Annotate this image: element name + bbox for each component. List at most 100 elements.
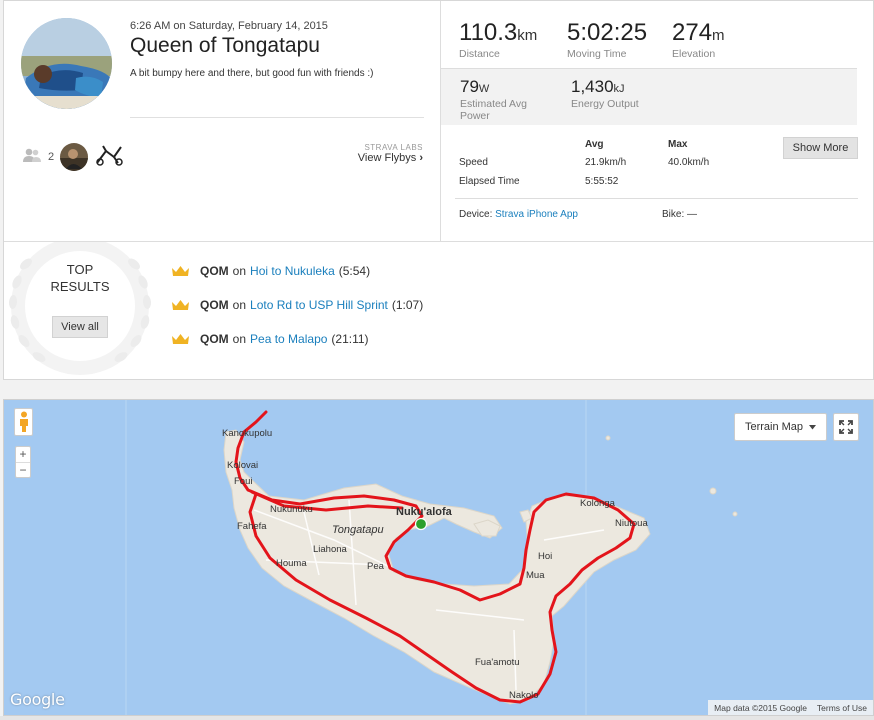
speed-label: Speed [459, 157, 488, 168]
achievement-on: on [232, 332, 247, 346]
bike-icon[interactable] [94, 143, 124, 172]
fullscreen-icon [839, 420, 853, 434]
map-data-text: Map data ©2015 Google [714, 702, 807, 713]
distance-unit: km [517, 27, 538, 44]
distance-label: Distance [459, 48, 500, 60]
terms-link[interactable]: Terms of Use [817, 703, 867, 713]
activity-title: Queen of Tongatapu [130, 34, 320, 57]
start-marker [414, 517, 428, 531]
moving-time-label: Moving Time [567, 48, 627, 60]
top-label-line1: TOP [66, 262, 94, 277]
power-unit: W [478, 83, 490, 95]
flybys-link[interactable]: STRAVA LABS View Flybys › [358, 143, 423, 164]
device-link[interactable]: Strava iPhone App [495, 209, 578, 220]
secondary-stats: 79W Estimated Avg Power 1,430kJ Energy O… [441, 68, 857, 125]
elapsed-avg: 5:55:52 [585, 176, 619, 187]
stat-power: 79W Estimated Avg Power [460, 77, 527, 122]
device-label: Device: [459, 209, 493, 220]
speed-max: 40.0km/h [668, 157, 710, 168]
col-max-header: Max [668, 139, 688, 150]
place-label: Pea [367, 561, 384, 572]
col-avg-header: Avg [585, 139, 604, 150]
map-type-dropdown[interactable]: Terrain Map [734, 413, 827, 441]
activity-description: A bit bumpy here and there, but good fun… [130, 68, 374, 79]
achievement-on: on [232, 298, 247, 312]
power-value: 79 [460, 77, 479, 96]
achievement-item: QOM on Pea to Malapo (21:11) [171, 332, 369, 346]
people-icon[interactable] [22, 147, 42, 168]
achievement-item: QOM on Hoi to Nukuleka (5:54) [171, 264, 370, 278]
route-map[interactable]: Kanokupolu Kolovai Foui Nukunuku Nuku'al… [3, 399, 874, 716]
achievement-on: on [232, 264, 247, 278]
view-flybys-label[interactable]: View Flybys [358, 152, 416, 164]
map-attribution: Map data ©2015 Google Terms of Use [708, 700, 873, 715]
zoom-out-button[interactable]: − [16, 462, 30, 477]
athlete-avatar-small[interactable] [60, 143, 89, 171]
energy-unit: kJ [613, 83, 625, 95]
achievement-time: (5:54) [338, 264, 371, 278]
place-label: Nukunuku [270, 504, 313, 515]
place-label: Houma [276, 558, 307, 569]
divider [130, 117, 424, 118]
elevation-label: Elevation [672, 48, 716, 60]
map-type-label: Terrain Map [744, 421, 804, 433]
place-label: Fahefa [237, 521, 267, 532]
place-label: Mua [526, 570, 545, 581]
elevation-value: 274 [672, 19, 713, 46]
athlete-count[interactable]: 2 [48, 151, 54, 163]
chevron-right-icon: › [419, 152, 423, 164]
achievement-time: (21:11) [331, 332, 369, 346]
place-label: Kanokupolu [222, 428, 273, 439]
achievement-badge: QOM [200, 332, 229, 346]
activity-summary: 6:26 AM on Saturday, February 14, 2015 Q… [4, 1, 441, 241]
device-info: Device: Strava iPhone App [459, 209, 578, 220]
strava-labs-tag: STRAVA LABS [364, 143, 423, 152]
segment-link[interactable]: Loto Rd to USP Hill Sprint [250, 298, 388, 312]
activity-stats: 110.3km Distance 5:02:25 Moving Time 274… [441, 1, 873, 241]
place-label: Kolovai [227, 460, 259, 471]
activity-datetime: 6:26 AM on Saturday, February 14, 2015 [130, 20, 328, 32]
top-results-label: TOP RESULTS [4, 261, 156, 295]
power-label-1: Estimated Avg [460, 98, 527, 110]
place-label: Nuku'alofa [396, 506, 452, 518]
place-label: Nakolo [509, 690, 539, 701]
view-all-button[interactable]: View all [52, 316, 108, 338]
segment-link[interactable]: Pea to Malapo [250, 332, 327, 346]
athlete-avatar[interactable] [21, 18, 112, 109]
elapsed-label: Elapsed Time [459, 176, 520, 187]
crown-icon [172, 334, 189, 344]
show-more-button[interactable]: Show More [783, 137, 858, 159]
crown-icon [172, 300, 189, 310]
place-label: Foui [234, 476, 253, 487]
elevation-unit: m [712, 27, 725, 44]
stat-elevation: 274m Elevation [672, 19, 725, 60]
stat-distance: 110.3km Distance [459, 19, 537, 60]
speed-avg: 21.9km/h [585, 157, 627, 168]
fullscreen-button[interactable] [833, 413, 859, 441]
power-label-2: Power [460, 110, 490, 122]
stat-energy: 1,430kJ Energy Output [571, 77, 639, 110]
achievement-badge: QOM [200, 264, 229, 278]
divider [455, 198, 858, 199]
energy-value: 1,430 [571, 77, 614, 96]
top-results: TOP RESULTS View all QOM on Hoi to Nukul… [4, 241, 873, 379]
chevron-down-icon [809, 424, 817, 429]
map-canvas[interactable] [4, 400, 874, 716]
place-label: Niutoua [615, 518, 648, 529]
place-label: Liahona [313, 544, 347, 555]
place-label: Fua'amotu [475, 657, 520, 668]
top-label-line2: RESULTS [50, 279, 110, 294]
zoom-in-button[interactable]: + [16, 447, 30, 462]
bike-info: Bike: — [662, 209, 697, 220]
achievement-item: QOM on Loto Rd to USP Hill Sprint (1:07) [171, 298, 423, 312]
achievement-time: (1:07) [391, 298, 424, 312]
activity-card: 6:26 AM on Saturday, February 14, 2015 Q… [3, 0, 874, 380]
page-bottom-strip [0, 716, 874, 720]
place-label: Kolonga [580, 498, 615, 509]
energy-label: Energy Output [571, 98, 639, 110]
stat-moving-time: 5:02:25 Moving Time [567, 19, 647, 60]
place-label: Hoi [538, 551, 553, 562]
segment-link[interactable]: Hoi to Nukuleka [250, 264, 335, 278]
google-logo: Google [10, 690, 65, 709]
street-view-pegman-icon[interactable] [14, 408, 33, 436]
